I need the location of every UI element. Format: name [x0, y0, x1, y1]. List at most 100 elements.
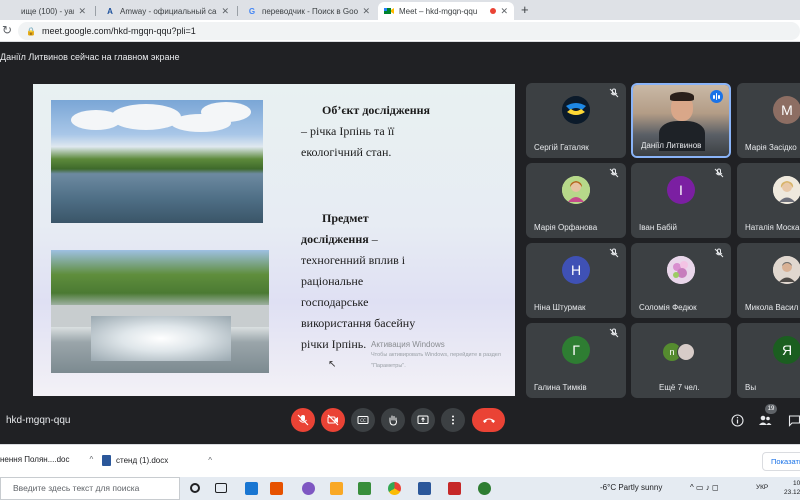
participant-tile[interactable]: I Іван Бабій	[631, 163, 731, 238]
participant-photo	[773, 256, 800, 284]
mail-icon	[6, 6, 16, 16]
present-screen-button[interactable]	[411, 408, 435, 432]
tray-icons[interactable]: ^ ▭ ♪ ◻	[690, 483, 719, 492]
participant-avatar: Н	[562, 256, 590, 284]
download-label: стенд (1).docx	[116, 456, 169, 465]
participant-name: Соломія Федюк	[639, 303, 697, 312]
participant-tile[interactable]: Сергій Гаталяк	[526, 83, 626, 158]
participant-name: Микола Васил	[745, 303, 799, 312]
participant-tile[interactable]: M Марія Засідко	[737, 83, 800, 158]
captions-button[interactable]: CC	[351, 408, 375, 432]
more-participants-tile[interactable]: n Ещё 7 чел.	[631, 323, 731, 398]
address-bar-row: ↻ 🔒 meet.google.com/hkd-mgqn-qqu?pli=1	[0, 20, 800, 42]
subject-line-1: дослідження –	[301, 232, 378, 246]
svg-text:CC: CC	[360, 418, 366, 423]
mic-off-icon	[714, 248, 724, 258]
people-button[interactable]	[757, 412, 773, 428]
participant-avatar: Г	[562, 336, 590, 364]
tab-gmail[interactable]: ище (100) - yarad1964@g ✕	[0, 2, 92, 20]
clock[interactable]: 10:4 23.12.2	[784, 479, 800, 497]
input-language[interactable]: УКР	[756, 484, 768, 491]
self-tile[interactable]: Я Вы	[737, 323, 800, 398]
subject-line-5: використання басейну	[301, 316, 416, 330]
viber-icon[interactable]	[302, 482, 315, 495]
leave-call-button[interactable]	[472, 408, 505, 432]
meeting-code: hkd-mgqn-qqu	[6, 415, 71, 426]
download-item[interactable]: нення Полян....doc ^	[0, 455, 93, 464]
recording-dot-icon	[490, 8, 497, 14]
close-tab-icon[interactable]: ✕	[78, 6, 86, 17]
participant-tile[interactable]: Г Галина Тимків	[526, 323, 626, 398]
raise-hand-button[interactable]	[381, 408, 405, 432]
new-tab-button[interactable]: +	[521, 2, 529, 17]
participant-tile[interactable]: Микола Васил	[737, 243, 800, 318]
participant-avatar: M	[773, 96, 800, 124]
word-doc-icon	[102, 455, 111, 466]
app-icon[interactable]	[478, 482, 491, 495]
show-all-downloads-button[interactable]: Показать	[762, 452, 800, 471]
camera-off-icon	[327, 414, 339, 426]
mic-toggle-button[interactable]	[291, 408, 315, 432]
participant-name: Сергій Гаталяк	[534, 143, 589, 152]
url-input[interactable]: 🔒 meet.google.com/hkd-mgqn-qqu?pli=1	[18, 22, 800, 40]
participant-name: Іван Бабій	[639, 223, 677, 232]
store-icon[interactable]	[245, 482, 258, 495]
participant-name: Вы	[745, 383, 757, 392]
windows-taskbar: Введите здесь текст для поиска -6°C Part…	[0, 477, 800, 500]
office-icon[interactable]	[270, 482, 283, 495]
chevron-up-icon[interactable]: ^	[208, 456, 212, 465]
lock-icon: 🔒	[26, 27, 36, 36]
participant-tile[interactable]: Н Ніна Штурмак	[526, 243, 626, 318]
close-tab-icon[interactable]: ✕	[500, 6, 508, 17]
participant-photo	[667, 256, 695, 284]
tab-amway[interactable]: A Amway - официальный сайт и ✕	[99, 2, 235, 20]
subject-title: Предмет	[322, 211, 369, 225]
google-icon: G	[248, 6, 256, 16]
app-icon[interactable]	[358, 482, 371, 495]
presenter-notice: Даніїл Литвинов сейчас на главном экране	[0, 52, 180, 62]
anydesk-icon[interactable]	[448, 482, 461, 495]
subject-line-6: річки Ірпінь.	[301, 337, 367, 351]
present-icon	[417, 415, 429, 424]
task-view-icon[interactable]	[215, 483, 227, 493]
close-tab-icon[interactable]: ✕	[362, 6, 370, 17]
mic-off-icon	[609, 328, 619, 338]
chat-button[interactable]	[786, 412, 800, 428]
end-call-icon	[482, 418, 495, 423]
dam-photo	[51, 250, 269, 373]
word-icon[interactable]	[418, 482, 431, 495]
subject-line-2: техногенний вплив і	[301, 253, 406, 267]
participant-name: Даніїл Литвинов	[641, 141, 702, 150]
chevron-up-icon[interactable]: ^	[90, 455, 94, 464]
participant-tile[interactable]: Соломія Федюк	[631, 243, 731, 318]
meeting-info-button[interactable]	[729, 412, 745, 428]
download-item[interactable]: стенд (1).docx ^	[102, 455, 212, 466]
more-options-button[interactable]	[441, 408, 465, 432]
participant-tile[interactable]: Наталія Моска	[737, 163, 800, 238]
mic-off-icon	[609, 88, 619, 98]
subject-line-3: раціональне	[301, 274, 364, 288]
tab-meet[interactable]: Meet – hkd-mgqn-qqu ✕	[378, 2, 514, 20]
chrome-icon[interactable]	[388, 482, 401, 495]
participant-tile[interactable]: Марія Орфанова	[526, 163, 626, 238]
mouse-cursor-icon: ↖	[328, 359, 337, 370]
camera-toggle-button[interactable]	[321, 408, 345, 432]
close-tab-icon[interactable]: ✕	[221, 6, 229, 17]
participant-tile-speaking[interactable]: Даніїл Литвинов	[631, 83, 731, 158]
tab-divider	[237, 6, 238, 16]
participant-logo-icon	[562, 96, 590, 124]
taskbar-search-input[interactable]: Введите здесь текст для поиска	[0, 477, 180, 500]
hand-icon	[389, 415, 397, 426]
url-text: meet.google.com/hkd-mgqn-qqu?pli=1	[41, 26, 196, 36]
participant-name: Галина Тимків	[534, 383, 587, 392]
tab-google-search[interactable]: G переводчик - Поиск в Google ✕	[241, 2, 376, 20]
reload-icon[interactable]: ↻	[2, 23, 12, 37]
cortana-icon[interactable]	[190, 483, 200, 493]
participant-name: Наталія Моска	[745, 223, 800, 232]
meet-icon	[384, 6, 394, 16]
presentation-slide: Об’єкт дослідження – річка Ірпінь та її …	[33, 84, 515, 396]
weather-widget[interactable]: -6°C Partly sunny	[600, 483, 662, 492]
river-photo	[51, 100, 263, 223]
file-explorer-icon[interactable]	[330, 482, 343, 495]
participant-photo	[562, 176, 590, 204]
